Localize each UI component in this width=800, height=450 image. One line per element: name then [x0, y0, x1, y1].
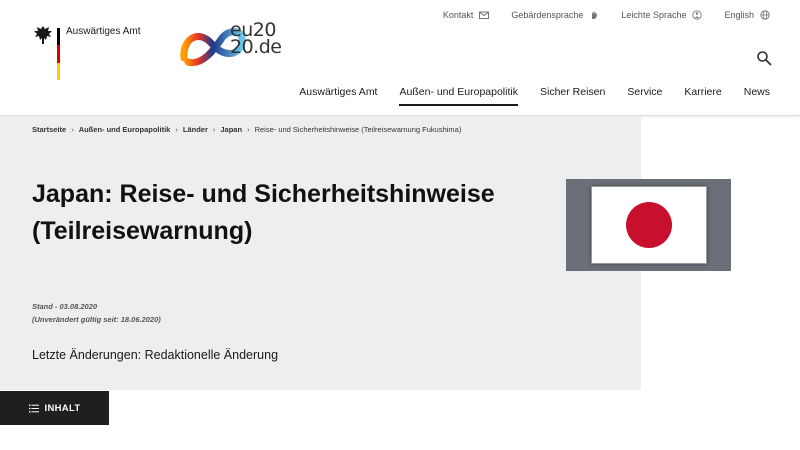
german-flag-stripe	[57, 28, 60, 80]
eu2020-wordmark: eu20 20.de	[230, 21, 282, 58]
site-header: Auswärtiges Amt eu20 20.de Kontakt Gebär…	[0, 0, 800, 116]
breadcrumb-item[interactable]: Länder	[183, 125, 208, 134]
nav-item-service[interactable]: Service	[627, 86, 662, 106]
meta-nav-label: English	[724, 10, 754, 20]
valid-since-date: (Unverändert gültig seit: 18.06.2020)	[32, 315, 161, 324]
nav-item-auswaertiges-amt[interactable]: Auswärtiges Amt	[299, 86, 377, 106]
main-navigation: Auswärtiges Amt Außen- und Europapolitik…	[299, 86, 770, 106]
meta-navigation: Kontakt Gebärdensprache Leichte Sprache …	[443, 10, 770, 20]
list-icon	[28, 404, 39, 412]
page-title-line1: Japan: Reise- und Sicherheitshinweise	[32, 180, 495, 208]
breadcrumb-item[interactable]: Außen- und Europapolitik	[79, 125, 171, 134]
brand-name: Auswärtiges Amt	[66, 26, 141, 37]
japan-flag-image	[566, 179, 731, 271]
easy-language-icon	[692, 10, 703, 20]
mail-icon	[479, 11, 490, 19]
eu2020-line2: 20.de	[230, 36, 282, 58]
meta-nav-kontakt[interactable]: Kontakt	[443, 10, 490, 20]
federal-eagle-icon	[34, 26, 52, 44]
inhalt-button[interactable]: INHALT	[0, 391, 109, 425]
chevron-right-icon: ›	[71, 125, 74, 134]
meta-nav-leichte-sprache[interactable]: Leichte Sprache	[621, 10, 703, 20]
chevron-right-icon: ›	[175, 125, 178, 134]
meta-nav-label: Leichte Sprache	[621, 10, 687, 20]
last-changes: Letzte Änderungen: Redaktionelle Änderun…	[32, 348, 279, 362]
inhalt-button-label: INHALT	[44, 402, 81, 414]
breadcrumb: Startseite › Außen- und Europapolitik › …	[32, 125, 461, 134]
stand-date: Stand - 03.08.2020	[32, 302, 98, 311]
nav-item-aussen-europapolitik[interactable]: Außen- und Europapolitik	[399, 86, 518, 106]
sign-language-icon	[592, 11, 598, 19]
japan-flag-icon	[590, 186, 707, 264]
auswaertiges-amt-logo[interactable]: Auswärtiges Amt	[32, 24, 140, 80]
search-icon[interactable]	[756, 50, 772, 66]
hero-section: Startseite › Außen- und Europapolitik › …	[0, 116, 641, 390]
globe-icon	[760, 10, 770, 20]
meta-nav-english[interactable]: English	[724, 10, 770, 20]
page-meta-info: Stand - 03.08.2020 (Unverändert gültig s…	[32, 300, 161, 326]
breadcrumb-item[interactable]: Japan	[220, 125, 242, 134]
meta-nav-label: Gebärdensprache	[511, 10, 584, 20]
meta-nav-gebaerdensprache[interactable]: Gebärdensprache	[511, 10, 599, 20]
nav-item-news[interactable]: News	[744, 86, 770, 106]
nav-item-sicher-reisen[interactable]: Sicher Reisen	[540, 86, 605, 106]
eu2020-logo[interactable]: eu20 20.de	[178, 21, 298, 68]
breadcrumb-current: Reise- und Sicherheitshinweise (Teilreis…	[254, 125, 462, 134]
page-title: Japan: Reise- und Sicherheitshinweise (T…	[32, 176, 572, 250]
japan-flag-sun	[625, 202, 672, 248]
chevron-right-icon: ›	[247, 125, 250, 134]
meta-nav-label: Kontakt	[442, 10, 474, 20]
chevron-right-icon: ›	[212, 125, 216, 134]
nav-item-karriere[interactable]: Karriere	[684, 86, 721, 106]
breadcrumb-item[interactable]: Startseite	[32, 125, 66, 134]
page-title-line2: (Teilreisewarnung)	[32, 217, 253, 245]
